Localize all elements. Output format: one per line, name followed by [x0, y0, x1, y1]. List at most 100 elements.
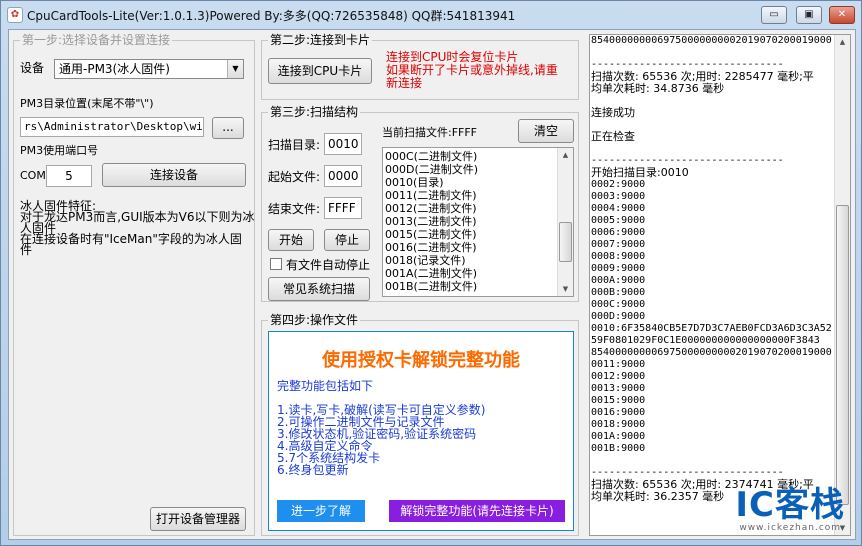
scroll-down-icon[interactable]: ▼	[558, 282, 573, 296]
step3-group: 第三步:扫描结构 扫描目录: 0010 起始文件: 0000 结束文件: FFF…	[261, 105, 579, 302]
pm3-dir-input[interactable]: rs\Administrator\Desktop\win32	[20, 117, 204, 137]
log-line: 001A:9000	[591, 431, 646, 442]
app-icon: ✿	[7, 7, 23, 23]
log-line: 0012:9000	[591, 371, 646, 382]
log-line: 0005:9000	[591, 215, 646, 226]
scroll-up-icon[interactable]: ▲	[558, 148, 573, 162]
list-item[interactable]: 0015(二进制文件)	[383, 228, 557, 241]
log-line: 0016:9000	[591, 407, 646, 418]
list-item[interactable]: 000D(二进制文件)	[383, 163, 557, 176]
auto-stop-label: 有文件自动停止	[286, 258, 371, 272]
scanned-files-list[interactable]: 000C(二进制文件) 000D(二进制文件) 0010(目录) 0011(二进…	[382, 147, 574, 297]
log-line: 0008:9000	[591, 251, 646, 262]
connect-cpu-card-button[interactable]: 连接到CPU卡片	[268, 58, 372, 84]
chevron-down-icon[interactable]: ▼	[227, 60, 243, 78]
list-item[interactable]: 0011(二进制文件)	[383, 189, 557, 202]
common-system-scan-button[interactable]: 常见系统扫描	[268, 277, 370, 301]
connect-cpu-note: 连接到CPU时会复位卡片 如果断开了卡片或意外掉线,请重 新连接	[386, 51, 558, 90]
log-line: 开始扫描目录:0010	[591, 166, 689, 179]
feature-item: 6.终身包更新	[277, 463, 349, 477]
start-file-label: 起始文件:	[268, 170, 321, 184]
client-area: 第一步:选择设备并设置连接 设备 通用-PM3(冰人固件) ▼ PM3目录位置(…	[8, 29, 856, 540]
log-line: 8540000000069750000000002019070200019000	[591, 35, 832, 46]
list-item[interactable]: 000C(二进制文件)	[383, 150, 557, 163]
log-line: 0010:6F35840CB5E7D7D3C7AEB0FCD3A6D3C3A52	[591, 323, 832, 334]
clear-button[interactable]: 清空	[518, 119, 574, 143]
maximize-button[interactable]: ▣	[796, 6, 822, 24]
step2-title: 第二步:连接到卡片	[268, 33, 373, 47]
iceman-note-line: 在连接设备时有"IceMan"字段的为冰人固	[20, 232, 242, 246]
stop-scan-button[interactable]: 停止	[324, 229, 370, 251]
port-label: PM3使用端口号	[20, 144, 99, 157]
log-scroll-thumb[interactable]	[836, 205, 849, 505]
log-line: 正在检查	[591, 130, 635, 143]
list-item[interactable]: 0018(记录文件)	[383, 254, 557, 267]
log-scrollbar[interactable]: ▲ ▼	[834, 35, 850, 535]
log-line: 0007:9000	[591, 239, 646, 250]
device-label: 设备	[20, 61, 45, 75]
scanned-files-items: 000C(二进制文件) 000D(二进制文件) 0010(目录) 0011(二进…	[383, 150, 557, 293]
files-scroll-thumb[interactable]	[559, 222, 572, 262]
device-select[interactable]: 通用-PM3(冰人固件) ▼	[54, 59, 244, 79]
title-bar[interactable]: ✿ CpuCardTools-Lite(Ver:1.0.1.3)Powered …	[1, 1, 861, 29]
start-scan-button[interactable]: 开始	[268, 229, 314, 251]
unlock-full-button[interactable]: 解锁完整功能(请先连接卡片)	[389, 500, 565, 522]
log-lines: 8540000000069750000000002019070200019000…	[590, 35, 834, 503]
iceman-notes: 冰人固件特征: 对于龙达PM3而言,GUI版本为V6以下则为冰 人固件 在连接设…	[20, 200, 255, 257]
device-select-value: 通用-PM3(冰人固件)	[59, 62, 170, 76]
auto-stop-checkbox[interactable]	[270, 258, 282, 270]
connect-cpu-note-line: 新连接	[386, 76, 423, 90]
watermark-logo: IC客栈	[735, 485, 845, 525]
com-label: COM	[20, 169, 46, 182]
learn-more-button[interactable]: 进一步了解	[277, 500, 365, 522]
step1-group: 第一步:选择设备并设置连接 设备 通用-PM3(冰人固件) ▼ PM3目录位置(…	[13, 33, 255, 536]
list-item[interactable]: 001B(二进制文件)	[383, 280, 557, 293]
step2-group: 第二步:连接到卡片 连接到CPU卡片 连接到CPU时会复位卡片 如果断开了卡片或…	[261, 33, 579, 100]
scan-dir-label: 扫描目录:	[268, 138, 321, 152]
browse-button[interactable]: ...	[212, 117, 244, 139]
log-line: 8540000000069750000000002019070200019000	[591, 347, 832, 358]
step3-title: 第三步:扫描结构	[268, 105, 361, 119]
log-output[interactable]: 8540000000069750000000002019070200019000…	[589, 34, 851, 536]
close-button[interactable]: ✕	[829, 6, 855, 24]
unlock-promo-panel: 使用授权卡解锁完整功能 完整功能包括如下 1.读卡,写卡,破解(读写卡可自定义参…	[268, 331, 574, 531]
log-line: 0004:9000	[591, 203, 646, 214]
device-manager-button[interactable]: 打开设备管理器	[150, 507, 246, 531]
connect-device-button[interactable]: 连接设备	[102, 163, 246, 187]
list-item[interactable]: 0016(二进制文件)	[383, 241, 557, 254]
log-line: 均单次耗时: 34.8736 毫秒	[591, 82, 725, 95]
list-item[interactable]: 0013(二进制文件)	[383, 215, 557, 228]
end-file-input[interactable]: FFFF	[324, 197, 362, 219]
step1-title: 第一步:选择设备并设置连接	[20, 33, 173, 47]
log-line: 000D:9000	[591, 311, 646, 322]
promo-subtitle: 完整功能包括如下	[277, 379, 374, 393]
window-title: CpuCardTools-Lite(Ver:1.0.1.3)Powered By…	[27, 9, 516, 23]
files-scrollbar[interactable]: ▲ ▼	[557, 148, 573, 296]
list-item[interactable]: 001A(二进制文件)	[383, 267, 557, 280]
watermark-url: www.ickezhan.com	[739, 523, 842, 533]
com-port-input[interactable]: 5	[46, 165, 92, 187]
log-line: 0018:9000	[591, 419, 646, 430]
current-scan-file-label: 当前扫描文件:FFFF	[382, 126, 478, 139]
log-line: 0013:9000	[591, 383, 646, 394]
step4-title: 第四步:操作文件	[268, 313, 361, 327]
list-item[interactable]: 0010(目录)	[383, 176, 557, 189]
minimize-button[interactable]: ▭	[761, 6, 787, 24]
log-line: 0015:9000	[591, 395, 646, 406]
iceman-note-line: 件	[20, 243, 33, 257]
log-line: 0002:9000	[591, 179, 646, 190]
log-line: 0009:9000	[591, 263, 646, 274]
log-line: 连接成功	[591, 106, 635, 119]
start-file-input[interactable]: 0000	[324, 165, 362, 187]
watermark: IC客栈 www.ickezhan.com	[735, 487, 845, 533]
promo-title: 使用授权卡解锁完整功能	[322, 350, 520, 371]
log-line: 000B:9000	[591, 287, 646, 298]
log-line: 0011:9000	[591, 359, 646, 370]
scan-dir-input[interactable]: 0010	[324, 133, 362, 155]
scroll-up-icon[interactable]: ▲	[835, 35, 850, 49]
list-item[interactable]: 0012(二进制文件)	[383, 202, 557, 215]
log-line: 001B:9000	[591, 443, 646, 454]
